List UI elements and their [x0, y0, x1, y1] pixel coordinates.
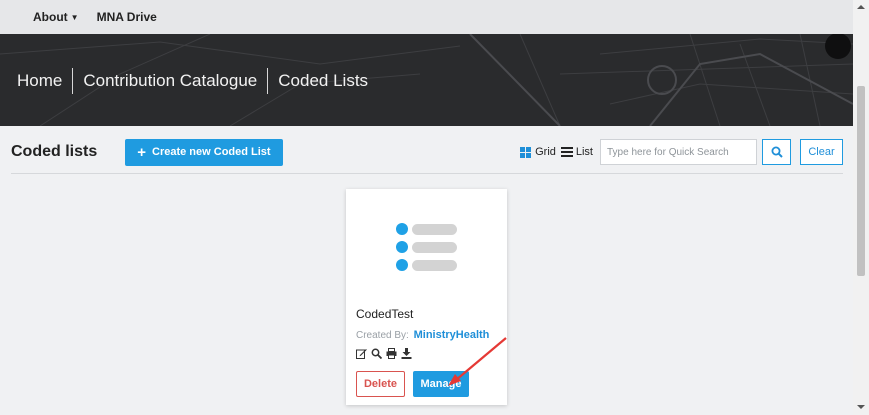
created-by-label: Created By: — [356, 330, 409, 341]
page-title: Coded lists — [11, 143, 98, 160]
breadcrumb-coded-lists: Coded Lists — [278, 71, 369, 90]
grid-view-toggle[interactable]: Grid — [520, 146, 556, 158]
search-button[interactable] — [762, 139, 791, 165]
create-button-label: Create new Coded List — [152, 146, 271, 158]
quick-search-input[interactable] — [600, 139, 757, 165]
top-nav: About ▼ MNA Drive — [0, 0, 853, 34]
nav-about-label: About — [33, 10, 68, 24]
nav-about-dropdown[interactable]: About ▼ — [33, 10, 79, 24]
breadcrumb-divider — [72, 68, 74, 94]
grid-view-label: Grid — [535, 146, 556, 158]
card-title[interactable]: CodedTest — [356, 307, 413, 321]
scrollbar-thumb[interactable] — [857, 86, 865, 276]
page-scrollbar[interactable] — [853, 0, 869, 415]
list-thumbnail-icon — [358, 211, 495, 287]
breadcrumb-contribution-catalogue[interactable]: Contribution Catalogue — [83, 71, 257, 91]
clear-button[interactable]: Clear — [800, 139, 843, 165]
list-toolbar: Coded lists + Create new Coded List Grid… — [11, 137, 843, 167]
delete-button[interactable]: Delete — [356, 371, 405, 397]
list-icon — [560, 147, 573, 157]
view-and-search-controls: Grid List Clear — [520, 139, 843, 165]
page-banner: Home Contribution Catalogue Coded Lists — [0, 34, 853, 126]
breadcrumb: Home Contribution Catalogue Coded Lists — [17, 68, 368, 94]
edit-icon[interactable] — [356, 348, 367, 359]
list-view-toggle[interactable]: List — [560, 146, 593, 158]
plus-icon: + — [137, 143, 146, 161]
list-view-label: List — [575, 146, 593, 158]
breadcrumb-home[interactable]: Home — [17, 71, 62, 91]
toolbar-divider — [11, 173, 843, 174]
breadcrumb-divider — [267, 68, 269, 94]
scroll-up-icon[interactable] — [857, 5, 865, 9]
card-action-icons — [356, 348, 416, 359]
scroll-down-icon[interactable] — [857, 405, 865, 409]
annotation-arrow-icon — [448, 337, 507, 386]
caret-down-icon: ▼ — [70, 12, 79, 22]
nav-mna-drive[interactable]: MNA Drive — [97, 10, 157, 24]
nav-mna-drive-label: MNA Drive — [96, 10, 157, 24]
grid-icon — [520, 146, 532, 158]
download-icon[interactable] — [401, 348, 412, 359]
create-coded-list-button[interactable]: + Create new Coded List — [125, 138, 283, 166]
search-icon[interactable] — [371, 348, 382, 359]
print-icon[interactable] — [386, 348, 397, 359]
search-icon — [771, 146, 783, 158]
